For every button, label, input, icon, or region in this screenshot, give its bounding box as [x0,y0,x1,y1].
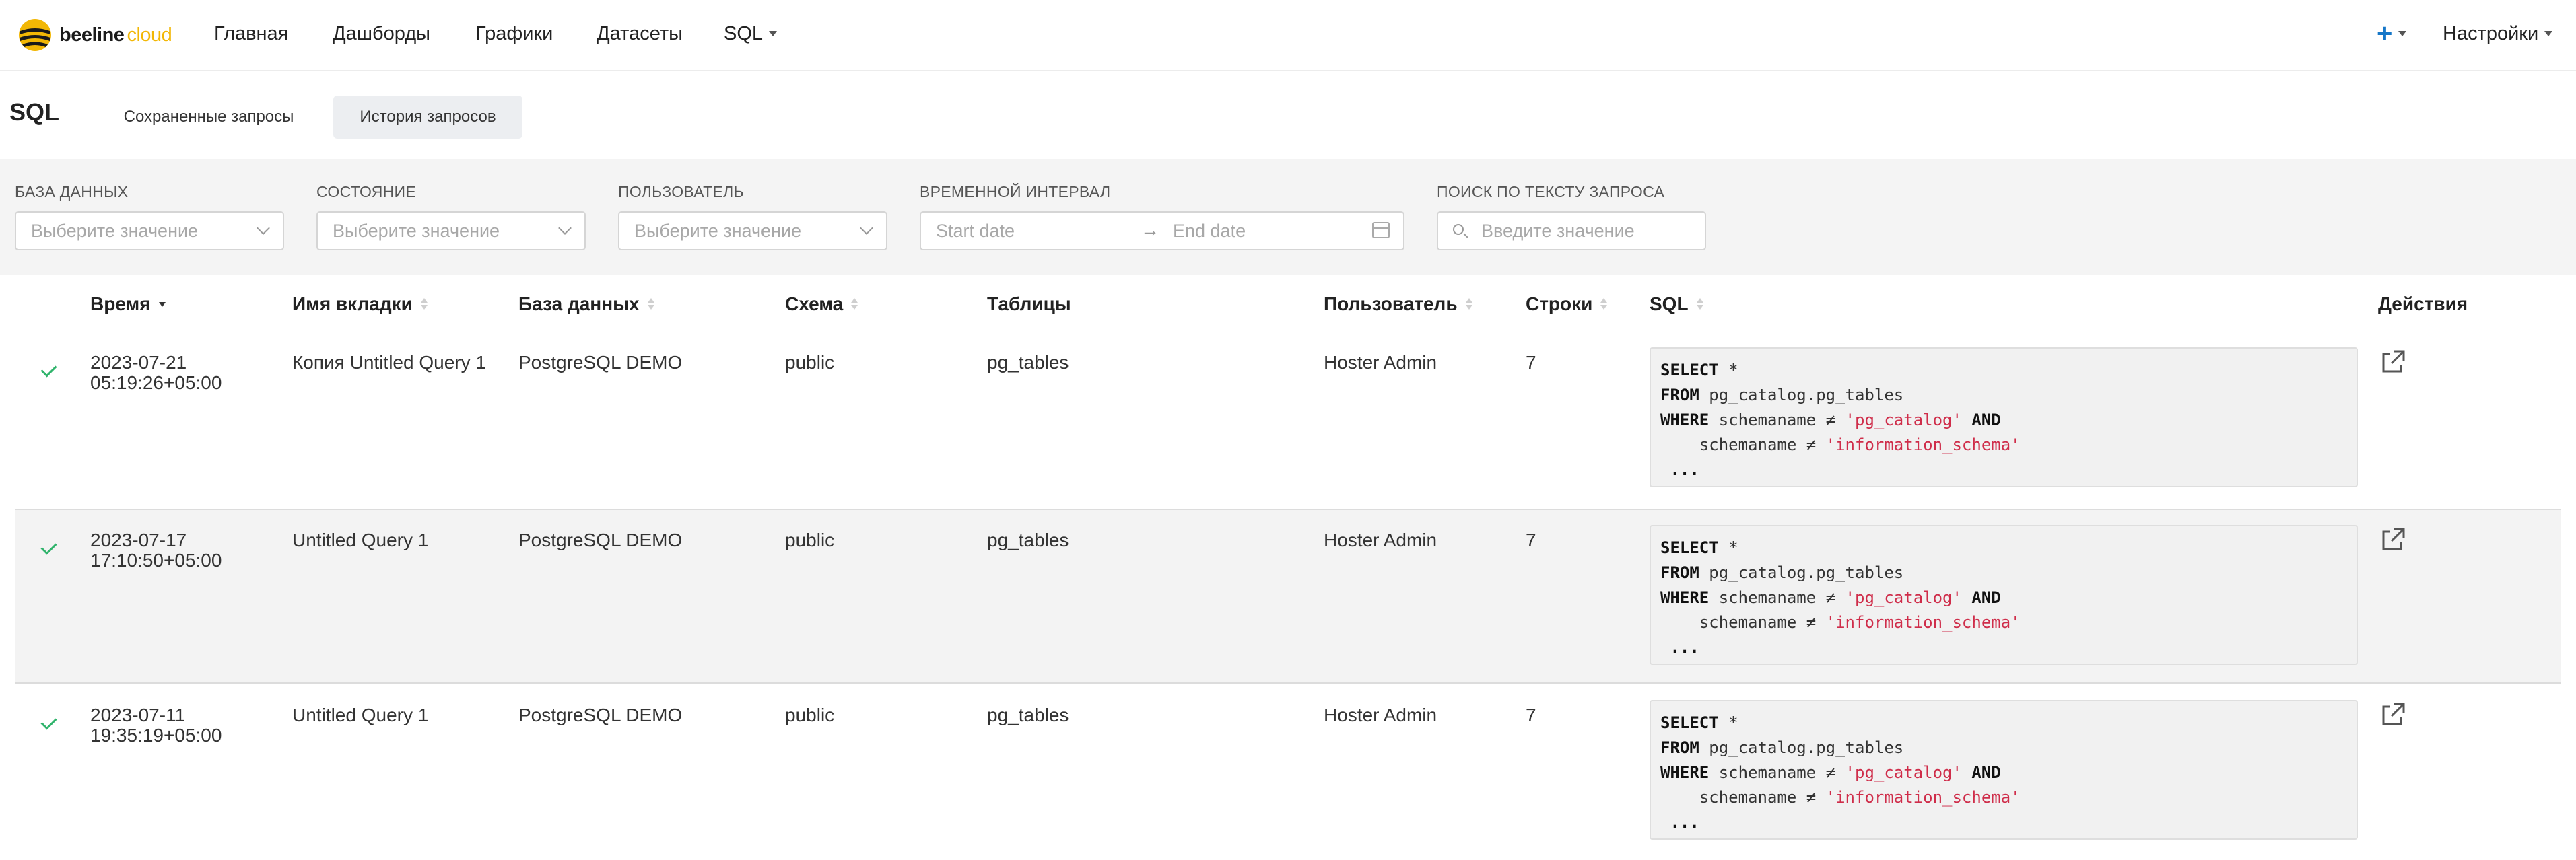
query-search-input[interactable]: Введите значение [1437,211,1706,250]
sql-preview[interactable]: SELECT * FROM pg_catalog.pg_tables WHERE… [1650,347,2358,487]
column-header-database[interactable]: База данных [518,293,654,315]
tab-name-cell: Untitled Query 1 [292,530,429,550]
date-range-picker[interactable]: Start date → End date [920,211,1404,250]
sort-icon [851,298,858,310]
page-title: SQL [9,98,60,126]
table-row[interactable]: 2023-07-11 19:35:19+05:00 Untitled Query… [15,685,2561,860]
column-header-actions: Действия [2378,293,2468,314]
column-header-user[interactable]: Пользователь [1324,293,1472,315]
state-select[interactable]: Выберите значение [316,211,586,250]
schema-cell: public [785,352,835,373]
sort-icon [647,298,654,310]
open-in-new-tab-icon[interactable] [2379,701,2406,728]
nav-item-dashboards[interactable]: Дашборды [333,20,430,47]
database-filter-label: БАЗА ДАННЫХ [15,183,129,201]
user-cell: Hoster Admin [1324,530,1437,550]
user-select[interactable]: Выберите значение [618,211,887,250]
user-cell: Hoster Admin [1324,352,1437,373]
rows-cell: 7 [1526,352,1536,373]
nav-item-home[interactable]: Главная [214,20,288,47]
schema-cell: public [785,530,835,550]
open-in-new-tab-icon[interactable] [2379,526,2406,553]
chevron-down-icon [860,221,873,235]
nav-item-datasets[interactable]: Датасеты [597,20,683,47]
nav-item-sql[interactable]: SQL [724,20,778,47]
user-filter-label: ПОЛЬЗОВАТЕЛЬ [618,183,744,201]
chevron-down-icon [2398,31,2407,36]
sql-preview[interactable]: SELECT * FROM pg_catalog.pg_tables WHERE… [1650,700,2358,840]
column-header-schema[interactable]: Схема [785,293,858,315]
success-check-icon [40,713,57,730]
start-date-input[interactable]: Start date [936,221,1015,242]
chevron-down-icon [2544,31,2553,36]
open-in-new-tab-icon[interactable] [2379,349,2406,375]
sort-desc-icon [158,298,166,310]
sort-icon [1696,298,1703,310]
column-header-tables: Таблицы [987,293,1071,314]
interval-filter-label: ВРЕМЕННОЙ ИНТЕРВАЛ [920,183,1111,201]
end-date-input[interactable]: End date [1173,221,1246,242]
top-navbar: beeline cloud Главная Дашборды Графики Да… [0,0,2576,71]
query-time: 2023-07-11 19:35:19+05:00 [90,705,222,746]
rows-cell: 7 [1526,530,1536,550]
sort-icon [420,298,428,310]
settings-menu[interactable]: Настройки [2443,20,2553,47]
database-select[interactable]: Выберите значение [15,211,284,250]
success-check-icon [40,361,57,378]
calendar-icon [1372,222,1390,238]
database-cell: PostgreSQL DEMO [518,705,683,725]
success-check-icon [40,538,57,555]
nav-item-charts[interactable]: Графики [475,20,553,47]
tab-query-history[interactable]: История запросов [333,96,522,139]
column-header-tab-name[interactable]: Имя вкладки [292,293,428,315]
database-cell: PostgreSQL DEMO [518,530,683,550]
rows-cell: 7 [1526,705,1536,725]
state-filter-label: СОСТОЯНИЕ [316,183,417,201]
column-header-rows[interactable]: Строки [1526,293,1608,315]
chevron-down-icon [769,31,778,36]
column-header-time[interactable]: Время [90,293,166,315]
query-time: 2023-07-21 05:19:26+05:00 [90,352,222,393]
table-row[interactable]: 2023-07-21 05:19:26+05:00 Копия Untitled… [15,332,2561,507]
tab-name-cell: Untitled Query 1 [292,705,429,725]
user-cell: Hoster Admin [1324,705,1437,725]
sort-icon [1600,298,1608,310]
tables-cell: pg_tables [987,705,1069,725]
search-filter-label: ПОИСК ПО ТЕКСТУ ЗАПРОСА [1437,183,1665,201]
search-icon [1453,224,1464,235]
query-time: 2023-07-17 17:10:50+05:00 [90,530,222,571]
tables-cell: pg_tables [987,530,1069,550]
brand-name: beeline cloud [59,24,172,46]
column-header-sql[interactable]: SQL [1650,293,1703,315]
chevron-down-icon [558,221,572,235]
plus-icon: + [2377,19,2393,48]
tab-saved-queries[interactable]: Сохраненные запросы [108,96,310,139]
tab-name-cell: Копия Untitled Query 1 [292,352,486,373]
sql-preview[interactable]: SELECT * FROM pg_catalog.pg_tables WHERE… [1650,525,2358,665]
sort-icon [1465,298,1472,310]
beeline-logo-icon [19,19,51,51]
arrow-right-icon: → [1141,219,1159,240]
schema-cell: public [785,705,835,725]
add-new-button[interactable]: + [2377,19,2407,48]
tables-cell: pg_tables [987,352,1069,373]
table-row[interactable]: 2023-07-17 17:10:50+05:00 Untitled Query… [15,509,2561,684]
filter-panel: БАЗА ДАННЫХ Выберите значение СОСТОЯНИЕ … [0,159,2576,275]
chevron-down-icon [257,221,270,235]
brand-logo[interactable]: beeline cloud [18,15,172,55]
database-cell: PostgreSQL DEMO [518,352,683,373]
